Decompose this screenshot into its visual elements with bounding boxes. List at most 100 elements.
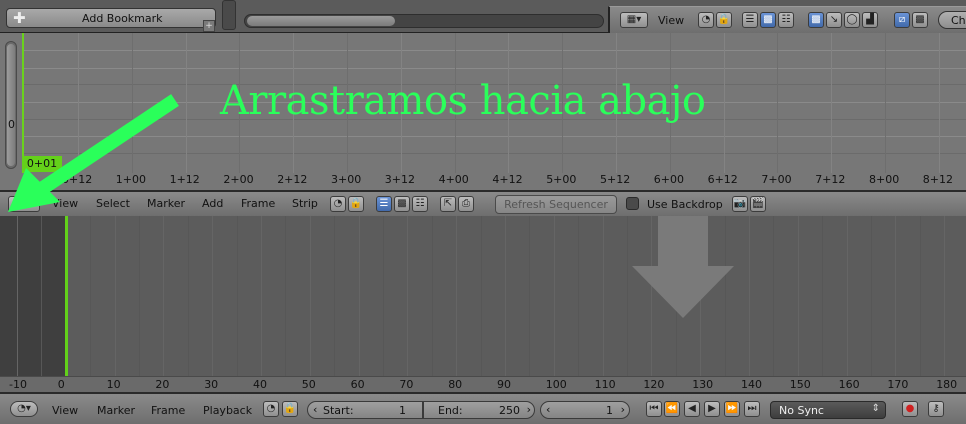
timeline-grid-line xyxy=(846,216,848,376)
clock-icon[interactable]: ◔ xyxy=(263,401,279,417)
timeline-tick-label: 90 xyxy=(497,378,511,391)
timeline-grid-line xyxy=(944,216,946,376)
sync-label: No Sync xyxy=(779,404,824,417)
timeline-tick-label: 160 xyxy=(838,378,860,391)
timeline-tick-label: 120 xyxy=(643,378,665,391)
sequencer-view-icon[interactable]: ☰ xyxy=(742,12,758,28)
top-scrollbar[interactable] xyxy=(244,14,604,28)
chevron-right-icon: › xyxy=(620,403,625,416)
menu-strip[interactable]: Strip xyxy=(292,197,318,210)
image-icon[interactable]: ▩ xyxy=(808,12,824,28)
timeline-ruler[interactable]: -10 0 10 20 30 40 50 60 70 80 90 100 110 120 130 140 150… xyxy=(0,376,966,392)
timeline-tick-label: 20 xyxy=(155,378,170,391)
timeline-tick-label: 110 xyxy=(594,378,616,391)
end-value: 250 xyxy=(499,404,520,417)
chevron-right-icon: › xyxy=(526,403,531,416)
chevron-updown-icon: ⇕ xyxy=(871,403,880,414)
timeline-tick-label: 150 xyxy=(789,378,811,391)
plus-icon: ✚ xyxy=(13,9,26,27)
sequencer-view-icon[interactable]: ☰ xyxy=(376,196,392,212)
start-value: 1 xyxy=(399,404,406,417)
play-reverse-icon[interactable]: ◀ xyxy=(684,401,700,417)
timeline-grid-line xyxy=(456,216,458,376)
timeline-grid-line xyxy=(309,216,311,376)
graph-grid-line xyxy=(831,33,833,173)
preview-view-icon[interactable]: ▩ xyxy=(394,196,410,212)
start-label: Start: xyxy=(323,404,354,417)
proxy-icon[interactable]: ⇱ xyxy=(440,196,456,212)
timeline-header: ◔▾ View Marker Frame Playback ◔ 🔒 ‹ Star… xyxy=(0,392,966,424)
timeline-grid-line xyxy=(578,216,580,376)
end-frame-field[interactable]: End: 250 › xyxy=(423,401,535,419)
lock-icon[interactable]: 🔒 xyxy=(282,401,298,417)
histogram-icon[interactable]: ▟ xyxy=(862,12,878,28)
channel-label: Ch xyxy=(951,14,966,27)
timeline-current-frame-line xyxy=(65,216,68,376)
timeline-grid-line xyxy=(797,216,799,376)
timeline-grid-line xyxy=(431,216,433,376)
menu-playback[interactable]: Playback xyxy=(203,404,252,417)
timeline-grid-line xyxy=(358,216,360,376)
graph-grid-line xyxy=(777,33,779,173)
current-frame-field[interactable]: ‹ 1 › xyxy=(540,401,630,419)
start-frame-field[interactable]: ‹ Start: 1 xyxy=(307,401,423,419)
camera-icon[interactable]: 📷 xyxy=(732,196,748,212)
timeline-grid-line xyxy=(17,216,18,376)
timeline-grid-line xyxy=(749,216,750,376)
timeline-tick-label: 60 xyxy=(350,378,365,391)
menu-frame[interactable]: Frame xyxy=(241,197,275,210)
sync-dropdown[interactable]: No Sync ⇕ xyxy=(770,401,886,419)
menu-marker[interactable]: Marker xyxy=(97,404,135,417)
record-icon[interactable]: ● xyxy=(902,401,918,417)
sequencer-area[interactable] xyxy=(0,216,966,376)
vectorscope-icon[interactable]: ◯ xyxy=(844,12,860,28)
timeline-grid-line xyxy=(480,216,482,376)
jump-keyframe-forward-icon[interactable]: ⏩ xyxy=(724,401,740,417)
timeline-grid-line xyxy=(114,216,116,376)
clapper-icon[interactable]: 🎬 xyxy=(750,196,766,212)
timeline-grid-line xyxy=(919,216,921,376)
menu-add[interactable]: Add xyxy=(202,197,223,210)
graph-tick-label: 8+00 xyxy=(869,173,900,186)
top-scroll-track xyxy=(222,0,236,30)
timeline-editor-type-icon[interactable]: ◔▾ xyxy=(10,401,38,417)
transparency-icon[interactable]: ▩ xyxy=(912,12,928,28)
preview-view-icon[interactable]: ▩ xyxy=(760,12,776,28)
timeline-grid-line xyxy=(871,216,872,376)
use-backdrop-checkbox[interactable] xyxy=(626,197,639,210)
menu-view[interactable]: View xyxy=(52,404,78,417)
lock-icon[interactable]: 🔒 xyxy=(716,12,732,28)
graph-grid-line xyxy=(885,33,886,173)
refresh-sequencer-button[interactable]: Refresh Sequencer xyxy=(495,195,617,214)
timeline-tick-label: 10 xyxy=(106,378,121,391)
lock-icon[interactable]: 🔒 xyxy=(348,196,364,212)
clock-icon[interactable]: ◔ xyxy=(698,12,714,28)
view-menu[interactable]: View xyxy=(658,14,684,27)
luma-icon[interactable]: ↘ xyxy=(826,12,842,28)
graph-tick-label: 4+12 xyxy=(492,173,523,186)
right-header: ▦▾ View ◔ 🔒 ☰ ▩ ☷ ▩ ↘ ◯ ▟ ⧄ ▩ Ch xyxy=(608,6,966,33)
menu-frame[interactable]: Frame xyxy=(151,404,185,417)
timeline-tick-label: 100 xyxy=(545,378,567,391)
jump-end-icon[interactable]: ⏭ xyxy=(744,401,760,417)
graph-tick-label: 7+00 xyxy=(761,173,792,186)
editor-type-icon[interactable]: ▦▾ xyxy=(620,12,648,28)
jump-start-icon[interactable]: ⏮ xyxy=(646,401,662,417)
clock-icon[interactable]: ◔ xyxy=(330,196,346,212)
timeline-grid-line xyxy=(383,216,384,376)
keying-icon[interactable]: ⚷ xyxy=(928,401,944,417)
render-strip-icon[interactable]: ⎙ xyxy=(458,196,474,212)
safe-area-icon[interactable]: ⧄ xyxy=(894,12,910,28)
split-view-icon[interactable]: ☷ xyxy=(412,196,428,212)
play-icon[interactable]: ▶ xyxy=(704,401,720,417)
add-bookmark-button[interactable]: ✚ Add Bookmark xyxy=(6,8,216,28)
jump-keyframe-back-icon[interactable]: ⏪ xyxy=(664,401,680,417)
resize-corner-icon[interactable]: + xyxy=(203,20,215,32)
add-bookmark-label: Add Bookmark xyxy=(82,12,163,25)
timeline-grid-line xyxy=(212,216,214,376)
current-frame-value: 1 xyxy=(606,404,613,417)
channel-dropdown[interactable]: Ch xyxy=(938,11,966,29)
arrow-down-icon xyxy=(632,216,734,318)
scrollbar-thumb[interactable] xyxy=(247,16,395,26)
split-view-icon[interactable]: ☷ xyxy=(778,12,794,28)
